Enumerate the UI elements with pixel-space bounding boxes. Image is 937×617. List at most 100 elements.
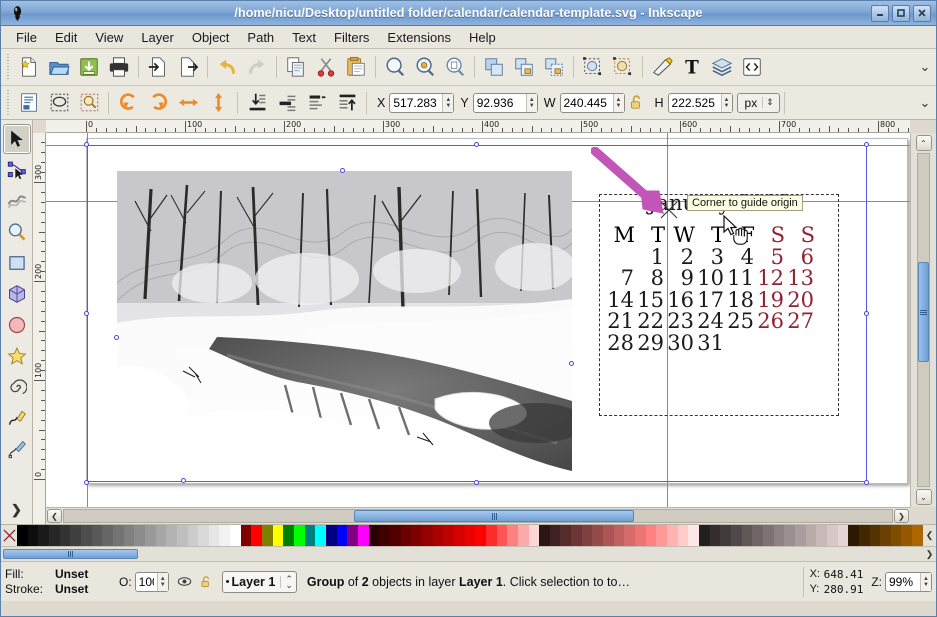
palette-swatch[interactable] [411,525,422,546]
palette-swatch[interactable] [240,525,252,546]
calendar-day[interactable]: 6 [785,246,815,268]
new-document-icon[interactable] [14,53,44,82]
calendar-day[interactable]: 2 [665,246,695,268]
palette-swatch[interactable] [155,525,167,546]
deselect-icon[interactable] [74,88,104,117]
lock-open-icon[interactable] [625,91,649,115]
command-toolbar-overflow-chevron-down-icon[interactable]: ⌄ [914,54,936,80]
palette-swatch[interactable] [858,525,870,546]
calligraphy-tool[interactable] [3,434,31,464]
palette-swatch[interactable] [443,525,454,546]
x-input[interactable] [390,93,443,112]
calendar-day[interactable]: 5 [755,246,785,268]
layer-lock-icon[interactable] [196,575,216,589]
select-all-icon[interactable] [14,88,44,117]
calendar-day[interactable]: 11 [725,267,755,289]
calendar-day[interactable]: 10 [695,267,725,289]
fill-and-stroke-icon[interactable] [647,53,677,82]
calendar-day[interactable]: 22 [635,310,665,332]
zoom-input[interactable] [886,572,920,591]
palette-swatch[interactable] [432,525,444,546]
zoom-field[interactable]: ▲▼ [885,571,932,592]
calendar-day[interactable]: 4 [725,246,755,268]
selection-handle-s[interactable] [474,480,479,485]
scroll-up-button[interactable]: ⌃ [915,135,932,151]
opacity-field[interactable]: ▲▼ [134,571,169,592]
palette-swatch[interactable] [677,525,689,546]
palette-swatch[interactable] [187,525,199,546]
calendar-day[interactable]: 16 [665,289,695,311]
print-icon[interactable] [104,53,134,82]
palette-swatch[interactable] [358,525,369,546]
w-input[interactable] [560,93,613,112]
palette-swatch[interactable] [901,525,913,546]
palette-swatch[interactable] [517,525,529,546]
calendar-day[interactable] [725,333,755,354]
palette-swatch[interactable] [336,525,348,546]
palette-swatch[interactable] [283,525,295,546]
selection-handle-ne[interactable] [864,142,869,147]
w-spinner[interactable]: ▲ ▼ [612,93,624,112]
calendar-object[interactable]: January 2013 M T W T F S S [599,191,839,416]
palette-swatch[interactable] [667,525,678,546]
calendar-day[interactable]: 18 [725,289,755,311]
menu-path[interactable]: Path [238,28,283,47]
palette-swatch[interactable] [507,525,518,546]
calendar-day[interactable]: 30 [665,332,695,354]
zoom-spinner[interactable]: ▲ ▼ [920,572,931,591]
lower-icon[interactable] [272,88,302,117]
select-all-in-layers-icon[interactable] [44,88,74,117]
zoom-drawing-icon[interactable] [410,53,440,82]
calendar-day[interactable]: 14 [605,289,635,311]
tool-options-overflow-chevron-down-icon[interactable]: ⌄ [914,90,936,116]
palette-swatch[interactable] [272,525,284,546]
rotate-cw-icon[interactable] [143,88,173,117]
palette-swatch[interactable] [496,525,508,546]
horizontal-scroll-thumb[interactable] [354,510,634,522]
star-tool[interactable] [3,341,31,371]
text-and-font-icon[interactable]: T [677,53,707,82]
palette-swatch[interactable] [59,525,71,546]
palette-swatch[interactable] [656,525,668,546]
palette-swatch[interactable] [752,525,763,546]
fill-stroke-indicator[interactable]: Fill: Unset Stroke: Unset [5,567,113,597]
scroll-right-button[interactable]: ❯ [894,509,909,523]
raise-icon[interactable] [302,88,332,117]
copy-icon[interactable] [281,53,311,82]
menu-layer[interactable]: Layer [132,28,183,47]
calendar-day[interactable] [785,333,815,354]
palette-swatch[interactable] [592,525,604,546]
palette-swatch[interactable] [48,525,60,546]
palette-swatch[interactable] [880,525,891,546]
palette-swatch[interactable] [262,525,273,546]
photo-handle-left[interactable] [114,335,119,340]
palette-swatch[interactable] [539,525,550,546]
y-input[interactable] [473,93,526,112]
unit-chevron-down-icon[interactable]: ⇕ [762,97,777,108]
palette-swatches[interactable] [17,525,923,546]
open-document-icon[interactable] [44,53,74,82]
palette-swatch[interactable] [102,525,113,546]
h-input[interactable] [668,93,721,112]
palette-swatch[interactable] [794,525,806,546]
calendar-day[interactable]: 23 [665,310,695,332]
x-spinner[interactable]: ▲ ▼ [442,93,454,112]
toolbox-more-button[interactable]: ❯ [11,502,22,518]
palette-swatch[interactable] [826,525,838,546]
palette-swatch[interactable] [560,525,572,546]
canvas-horizontal-scrollbar[interactable]: ❮ ❯ [46,507,910,524]
calendar-day[interactable]: 7 [605,267,635,289]
calendar-day[interactable]: 31 [695,332,725,354]
menu-object[interactable]: Object [183,28,239,47]
palette-swatch[interactable] [315,525,327,546]
toolbar2-grip[interactable] [5,89,11,116]
calendar-day[interactable]: 17 [695,289,725,311]
xml-editor-icon[interactable] [737,53,767,82]
palette-swatch[interactable] [624,525,636,546]
palette-swatch[interactable] [123,525,135,546]
palette-swatch[interactable] [219,525,231,546]
opacity-control[interactable]: O: ▲▼ [119,571,169,592]
calendar-day[interactable]: 25 [725,310,755,332]
palette-none-swatch[interactable] [1,525,17,546]
palette-swatch[interactable] [400,525,412,546]
